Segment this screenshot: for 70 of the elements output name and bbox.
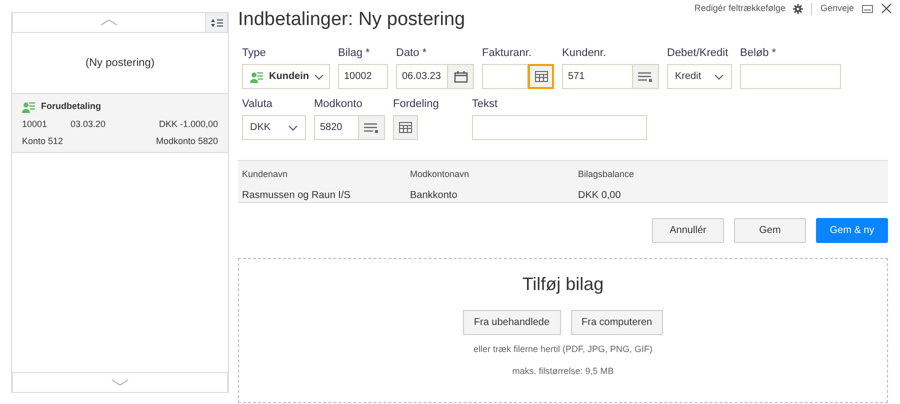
close-icon[interactable] [881, 3, 892, 14]
input-field[interactable] [472, 115, 647, 140]
table-icon [534, 71, 548, 82]
select-value: Kredit [675, 70, 702, 84]
summary-value: DKK 0,00 [578, 188, 622, 202]
upload-button[interactable]: Fra computeren [570, 310, 664, 335]
entry-contra-account: Modkonto 5820 [156, 135, 218, 148]
sort-icon [210, 18, 222, 26]
input-field[interactable] [482, 64, 528, 89]
chevron-down-icon [288, 124, 298, 130]
entry-card[interactable]: Forudbetaling 10001 03.03.20 DKK -1.000,00 Konto 512 Modkonto 5820 [12, 94, 228, 153]
entry-date: 03.03.20 [70, 118, 106, 130]
new-entry-label: (Ny postering) [85, 56, 155, 71]
entry-type: Forudbetaling [41, 100, 101, 113]
chevron-down-icon [111, 379, 129, 386]
settings-icon[interactable] [793, 4, 804, 14]
page-title: Indbetalinger: Ny postering [238, 8, 466, 32]
list-icon [364, 122, 379, 132]
lookup-button[interactable] [359, 115, 385, 140]
action-button[interactable]: Gem [734, 218, 806, 243]
summary-value: Bankkonto [410, 188, 458, 202]
size-limit: maks. filstørrelse: 9,5 MB [512, 364, 614, 378]
field-label: Fordeling [393, 97, 439, 111]
field-label: Dato * [396, 46, 428, 60]
lookup-button[interactable] [448, 64, 474, 89]
entry-amount: DKK -1.000,00 [158, 118, 218, 130]
field-label: Tekst [472, 97, 499, 111]
input-field[interactable]: 10002 [338, 64, 388, 89]
distribution-button[interactable] [393, 115, 418, 140]
input-field[interactable]: 5820 [314, 115, 359, 140]
field-label: Kundenr. [562, 46, 608, 60]
edit-field-order-link[interactable]: Redigér feltrækkefølge [694, 2, 786, 16]
input-field[interactable]: 06.03.23 [396, 64, 448, 89]
select-value: DKK [250, 121, 272, 135]
summary-label: Kundenavn [242, 168, 289, 181]
summary-value: Rasmussen og Raun I/S [242, 188, 352, 202]
entry-account: Konto 512 [22, 135, 64, 148]
sort-button[interactable] [205, 13, 227, 32]
lookup-button[interactable] [633, 64, 659, 89]
summary-label: Bilagsbalance [578, 168, 636, 181]
field-label: Bilag * [338, 46, 371, 60]
entry-number: 10001 [22, 118, 48, 130]
field-label: Beløb * [740, 46, 778, 60]
field-label: Debet/Kredit [667, 46, 730, 60]
field-label: Type [242, 46, 267, 60]
summary-label: Modkontonavn [410, 168, 470, 181]
dropzone-hint: eller træk filerne hertil (PDF, JPG, PNG, GIF) [473, 343, 653, 356]
chevron-up-icon [100, 19, 118, 26]
lookup-button[interactable] [528, 64, 554, 89]
list-icon [638, 72, 653, 82]
table-icon [399, 122, 412, 133]
field-label: Fakturanr. [482, 46, 533, 60]
select-field[interactable]: DKK [242, 115, 306, 140]
upload-button[interactable]: Fra ubehandlede [462, 310, 561, 335]
shortcuts-link[interactable]: Genveje [820, 2, 854, 16]
chevron-down-icon [714, 74, 724, 80]
select-value: Kundein [269, 70, 309, 84]
chevron-down-icon [314, 74, 324, 80]
input-field[interactable]: 571 [562, 64, 633, 89]
keyboard-icon[interactable] [862, 4, 873, 13]
field-label: Modkonto [314, 97, 364, 111]
field-label: Valuta [242, 97, 274, 111]
select-field[interactable]: Kundein [242, 64, 330, 89]
select-field[interactable]: Kredit [667, 64, 732, 89]
input-field[interactable] [740, 64, 841, 89]
dropzone[interactable]: Tilføj bilag Fra ubehandlede Fra computeren eller træk filerne hertil (PDF, JPG, PNG, GIF) maks. filstørrelse: 9,5 MB [238, 258, 888, 403]
action-button[interactable]: Gem & ny [816, 218, 888, 243]
dropzone-title: Tilføj bilag [522, 273, 604, 296]
action-button[interactable]: Annullér [652, 218, 724, 243]
calendar-icon [454, 70, 468, 82]
